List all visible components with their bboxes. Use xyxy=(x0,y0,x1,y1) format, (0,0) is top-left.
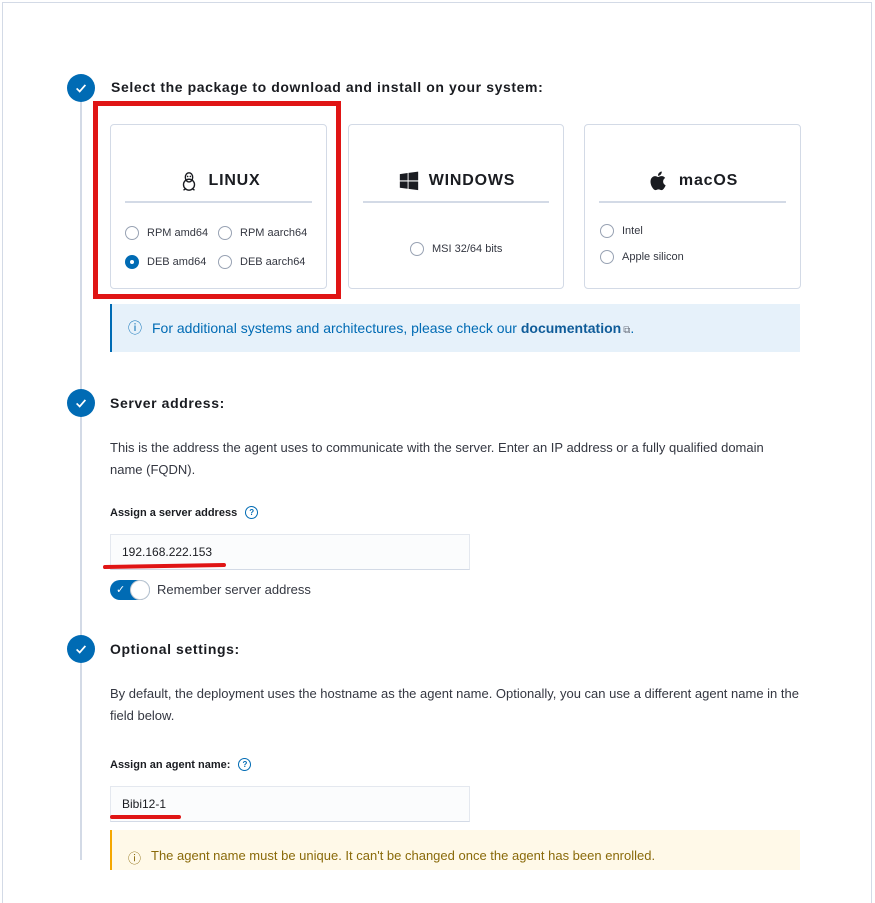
radio-label: MSI 32/64 bits xyxy=(432,243,503,255)
steps-timeline xyxy=(80,100,82,860)
apple-logo-icon xyxy=(647,169,671,193)
remember-server-toggle[interactable]: ✓ xyxy=(110,580,150,600)
radio-msi[interactable]: MSI 32/64 bits xyxy=(410,242,502,256)
info-prefix: For additional systems and architectures… xyxy=(152,320,517,336)
info-suffix: . xyxy=(630,320,635,336)
step3-check-icon xyxy=(67,635,95,663)
macos-card-header: macOS xyxy=(599,161,786,203)
radio-dot[interactable] xyxy=(600,250,614,264)
agent-name-label-text: Assign an agent name: xyxy=(110,758,231,771)
step2-title: Server address: xyxy=(110,395,225,411)
info-callout: ⓘ For additional systems and architectur… xyxy=(110,304,800,352)
server-address-label: Assign a server address ? xyxy=(110,506,259,519)
step3-title: Optional settings: xyxy=(110,641,240,657)
step1-title: Select the package to download and insta… xyxy=(111,79,544,95)
help-icon[interactable]: ? xyxy=(245,506,259,519)
macos-card[interactable]: macOS Intel Apple silicon xyxy=(584,124,801,289)
radio-dot[interactable] xyxy=(600,224,614,238)
windows-logo-icon xyxy=(397,169,421,193)
linux-annotation-box xyxy=(93,101,341,299)
radio-label: Intel xyxy=(622,225,643,237)
radio-apple-silicon[interactable]: Apple silicon xyxy=(600,250,684,264)
server-description: This is the address the agent uses to co… xyxy=(110,440,764,477)
info-icon: ⓘ xyxy=(128,320,142,336)
server-address-label-text: Assign a server address xyxy=(110,506,238,519)
windows-card-header: WINDOWS xyxy=(363,161,549,203)
toggle-knob xyxy=(130,580,150,600)
step1-check-icon xyxy=(67,74,95,102)
windows-label: WINDOWS xyxy=(428,172,516,189)
remember-server-label: Remember server address xyxy=(157,582,311,597)
toggle-check-icon: ✓ xyxy=(116,584,126,596)
warning-icon: ⓘ xyxy=(128,851,142,866)
info-text: For additional systems and architectures… xyxy=(152,320,634,336)
step2-check-icon xyxy=(67,389,95,417)
documentation-link[interactable]: documentation xyxy=(521,320,621,336)
radio-intel[interactable]: Intel xyxy=(600,224,643,238)
help-icon[interactable]: ? xyxy=(238,758,252,771)
macos-label: macOS xyxy=(678,172,739,189)
radio-dot[interactable] xyxy=(410,242,424,256)
radio-label: Apple silicon xyxy=(622,251,684,263)
agent-name-label: Assign an agent name: ? xyxy=(110,758,252,771)
optional-description: By default, the deployment uses the host… xyxy=(110,686,799,723)
windows-card[interactable]: WINDOWS MSI 32/64 bits xyxy=(348,124,564,289)
warning-callout: ⓘ The agent name must be unique. It can'… xyxy=(110,830,800,870)
agent-annotation-underline xyxy=(110,815,181,819)
